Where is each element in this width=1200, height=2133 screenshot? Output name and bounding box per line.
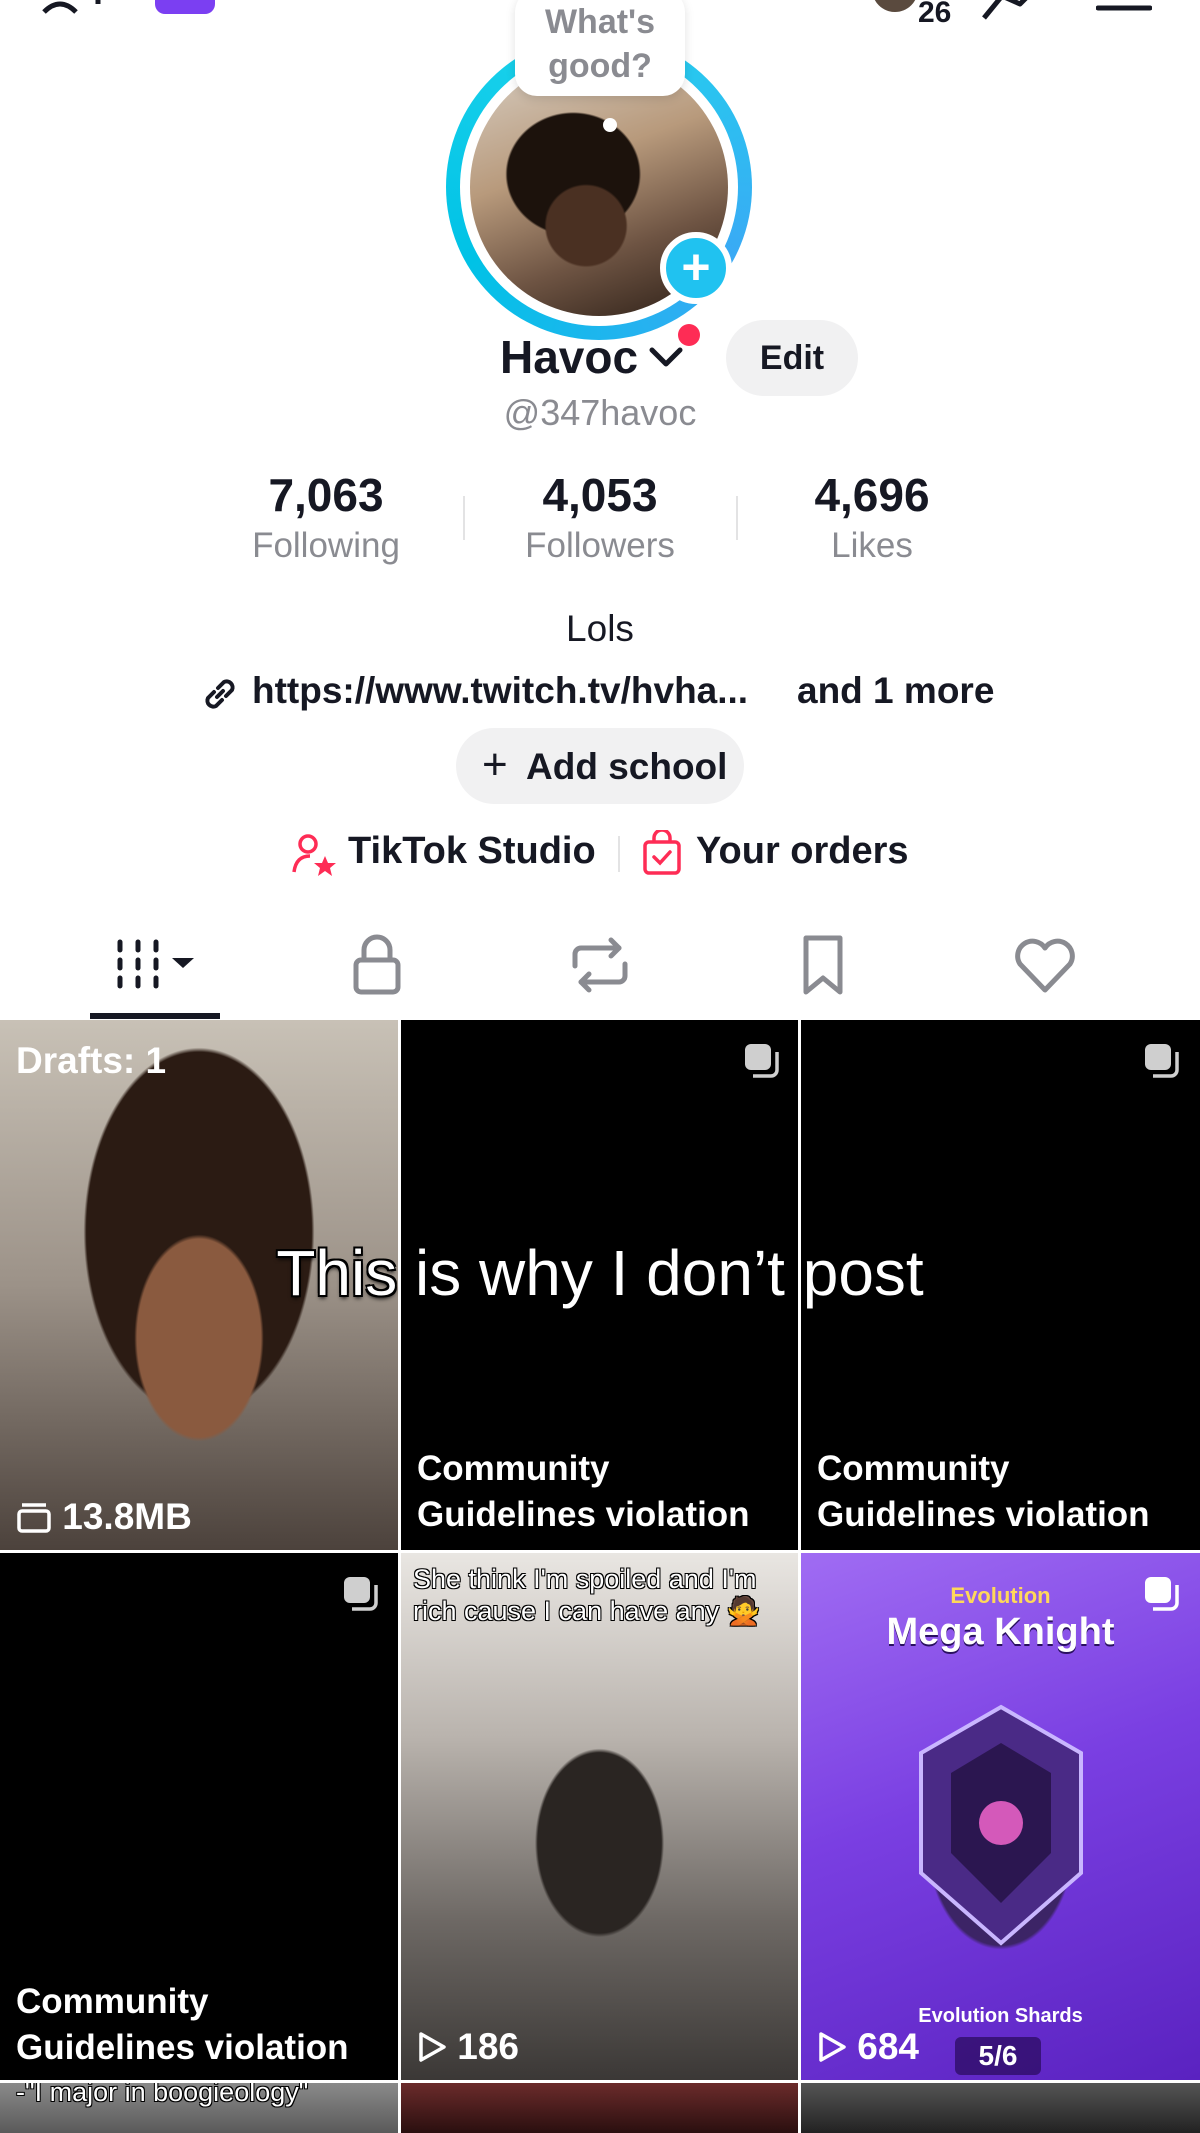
- overlay-caption: This is why I don’t post: [276, 1237, 924, 1309]
- add-story-button[interactable]: +: [660, 232, 732, 304]
- multi-photo-icon: [745, 1044, 779, 1078]
- visitors-avatar[interactable]: [872, 0, 918, 12]
- status-bubble[interactable]: What's good?: [515, 0, 685, 96]
- add-friend-icon[interactable]: [40, 0, 110, 22]
- creator-star-icon[interactable]: [292, 832, 338, 878]
- heart-icon[interactable]: [1010, 930, 1080, 1000]
- display-name[interactable]: Havoc: [500, 330, 638, 384]
- creator-badge[interactable]: [155, 0, 215, 14]
- view-count: 186: [417, 2026, 519, 2068]
- stat-likes[interactable]: 4,696 Likes: [762, 468, 982, 566]
- multi-photo-icon: [1145, 1044, 1179, 1078]
- video-tile[interactable]: [801, 2083, 1200, 2133]
- share-icon[interactable]: [980, 0, 1046, 22]
- notification-dot: [678, 324, 700, 346]
- video-tile[interactable]: -"I major in boogieology": [0, 2083, 398, 2133]
- tab-videos[interactable]: [110, 930, 200, 1000]
- username: @347havoc: [503, 392, 697, 433]
- visitors-count: 26: [918, 0, 952, 29]
- repost-icon[interactable]: [565, 930, 635, 1000]
- mega-knight-card-icon: [919, 1704, 1083, 1946]
- drafts-box-icon: [17, 1503, 51, 1533]
- draft-size: 13.8MB: [16, 1496, 192, 1538]
- video-caption: She think I'm spoiled and I'm rich cause…: [413, 1564, 761, 1626]
- your-orders-link[interactable]: Your orders: [696, 830, 909, 873]
- video-tile[interactable]: Community Guidelines violation: [0, 1553, 398, 2080]
- play-icon: [419, 2032, 446, 2062]
- edit-profile-button[interactable]: Edit: [726, 320, 858, 396]
- play-icon: [819, 2032, 846, 2062]
- shopping-bag-icon[interactable]: [642, 830, 682, 876]
- bio: Lols: [566, 608, 634, 649]
- carousel-page: 5/6: [955, 2037, 1041, 2075]
- video-tile[interactable]: Evolution Mega Knight Evolution Shards 6…: [801, 1553, 1200, 2080]
- chevron-down-icon[interactable]: [648, 342, 684, 372]
- stat-following[interactable]: 7,063 Following: [216, 468, 436, 566]
- stat-followers[interactable]: 4,053 Followers: [490, 468, 710, 566]
- video-caption: -"I major in boogieology": [16, 2083, 309, 2107]
- lock-icon[interactable]: [342, 930, 412, 1000]
- multi-photo-icon: [344, 1577, 378, 1611]
- bookmark-icon[interactable]: [788, 930, 858, 1000]
- add-school-button[interactable]: + Add school: [456, 728, 744, 804]
- more-links[interactable]: and 1 more: [797, 670, 994, 712]
- video-tile[interactable]: [401, 2083, 798, 2133]
- view-count: 684: [817, 2026, 919, 2068]
- bio-link[interactable]: https://www.twitch.tv/hvha...: [252, 670, 748, 712]
- tiktok-studio-link[interactable]: TikTok Studio: [348, 830, 596, 873]
- active-tab-indicator: [90, 1013, 220, 1019]
- link-icon: [205, 679, 235, 709]
- plus-icon: +: [482, 740, 508, 789]
- video-tile[interactable]: She think I'm spoiled and I'm rich cause…: [401, 1553, 798, 2080]
- menu-icon[interactable]: [1096, 0, 1152, 14]
